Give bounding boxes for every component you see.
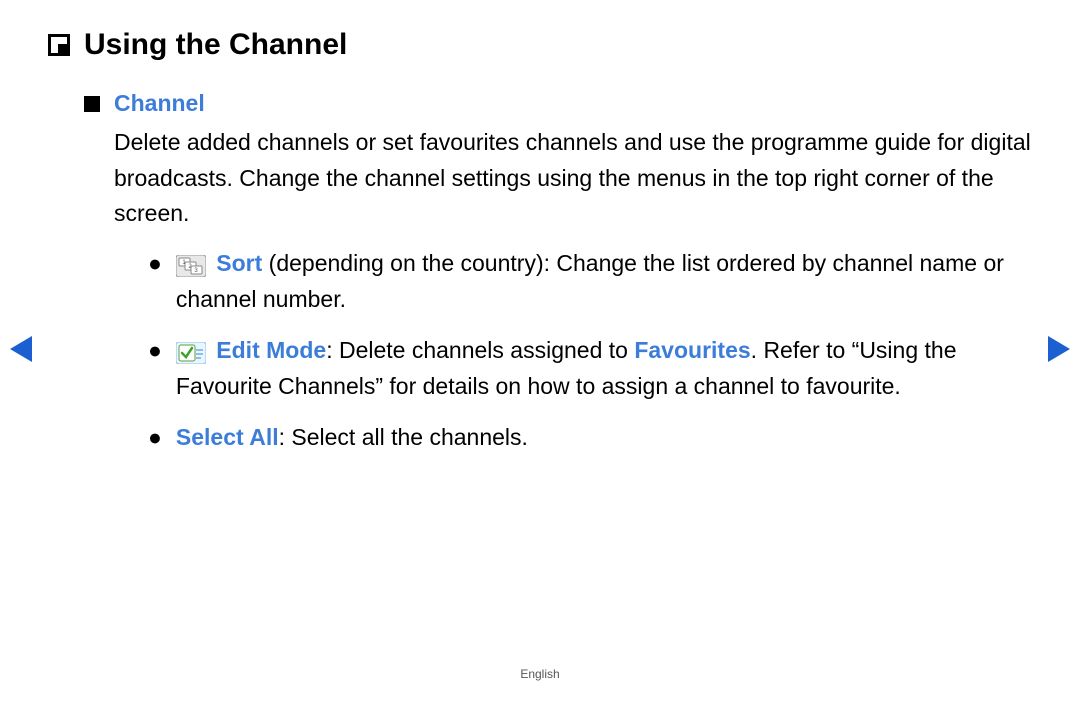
term-sort: Sort — [216, 250, 262, 276]
prev-page-arrow[interactable] — [10, 336, 32, 370]
bullet-dot-icon: ● — [148, 246, 162, 317]
sort-icon: 1 2 3 — [176, 252, 206, 274]
term-sort-aside: (depending on the country) — [262, 250, 543, 276]
bullet-dot-icon: ● — [148, 420, 162, 456]
list-item: ● Select All: Select all the channels. — [148, 420, 1032, 456]
section-heading: Channel — [114, 90, 205, 117]
term-favourites: Favourites — [634, 337, 750, 363]
page-title: Using the Channel — [84, 28, 347, 62]
editmode-desc-pre: : Delete channels assigned to — [326, 337, 634, 363]
term-editmode: Edit Mode — [216, 337, 326, 363]
list-item: ● 1 2 3 Sort (depending on the — [148, 246, 1032, 317]
footer-language: English — [0, 667, 1080, 681]
bullet-list: ● 1 2 3 Sort (depending on the — [84, 246, 1032, 456]
section-marker-icon — [48, 34, 70, 56]
term-selectall: Select All — [176, 424, 279, 450]
square-bullet-icon — [84, 96, 100, 112]
section-body: Delete added channels or set favourites … — [84, 125, 1032, 232]
editmode-icon — [176, 339, 206, 361]
title-row: Using the Channel — [48, 28, 1032, 62]
selectall-desc: : Select all the channels. — [279, 424, 528, 450]
next-page-arrow[interactable] — [1048, 336, 1070, 370]
section-heading-row: Channel — [84, 90, 1032, 117]
bullet-dot-icon: ● — [148, 333, 162, 404]
list-item: ● Edit Mode: Delete channels assigned to… — [148, 333, 1032, 404]
